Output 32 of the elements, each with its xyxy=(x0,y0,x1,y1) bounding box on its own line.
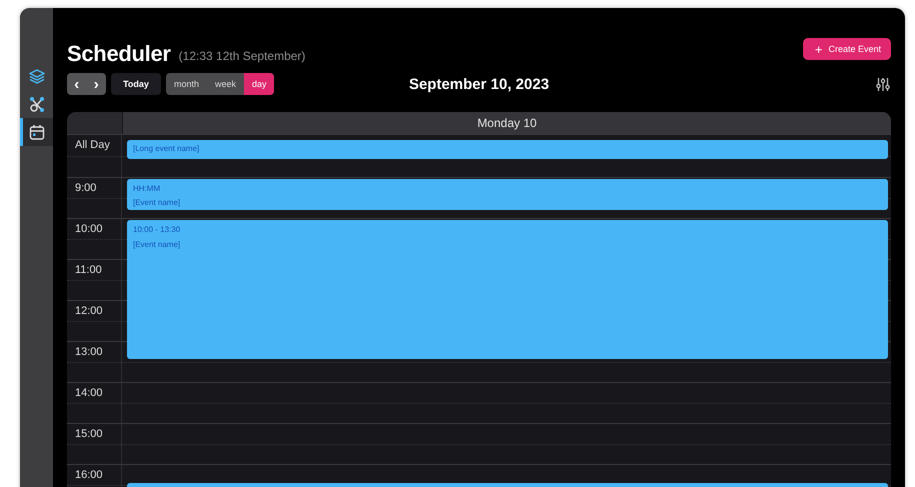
time-label: All Day xyxy=(75,139,110,151)
event-card[interactable]: 10:00 - 13:30 [Event name] xyxy=(127,220,888,358)
current-time: (12:33 12th September) xyxy=(178,49,306,63)
event-name: [Event name] xyxy=(133,240,182,249)
time-label: 16:00 xyxy=(75,469,103,481)
time-label: 13:00 xyxy=(75,346,103,358)
layers-icon xyxy=(28,68,44,84)
time-label: 9:00 xyxy=(75,182,96,194)
time-label: 10:00 xyxy=(75,223,103,235)
event-time: HH:MM xyxy=(133,184,162,193)
time-label: 15:00 xyxy=(75,428,103,440)
all-day-event[interactable]: [Long event name] xyxy=(127,140,888,159)
time-label: 12:00 xyxy=(75,305,103,317)
view-tab[interactable]: day xyxy=(244,73,274,95)
event-name: [Event name] xyxy=(133,198,182,207)
time-label: 14:00 xyxy=(75,387,103,399)
event-time: 10:00 - 13:30 xyxy=(133,225,182,234)
event-card[interactable]: HH:MM [Event name] xyxy=(127,179,888,210)
create-event-button[interactable]: + Create Event xyxy=(802,38,891,60)
view-tab[interactable]: week xyxy=(207,73,244,95)
settings-icon[interactable] xyxy=(876,76,890,92)
sidebar-item[interactable] xyxy=(20,118,53,146)
previous-button[interactable]: ‹ xyxy=(70,76,84,92)
next-button[interactable]: › xyxy=(90,76,103,92)
day-column-header: Monday 10 xyxy=(122,112,891,134)
view-tab[interactable]: month xyxy=(166,73,208,95)
today-button[interactable]: Today xyxy=(111,73,161,95)
nodes-icon xyxy=(28,96,44,112)
date-title: September 10, 2023 xyxy=(408,76,550,92)
page-title: Scheduler xyxy=(67,41,171,67)
calendar-icon xyxy=(28,124,44,140)
time-label: 11:00 xyxy=(75,264,102,276)
